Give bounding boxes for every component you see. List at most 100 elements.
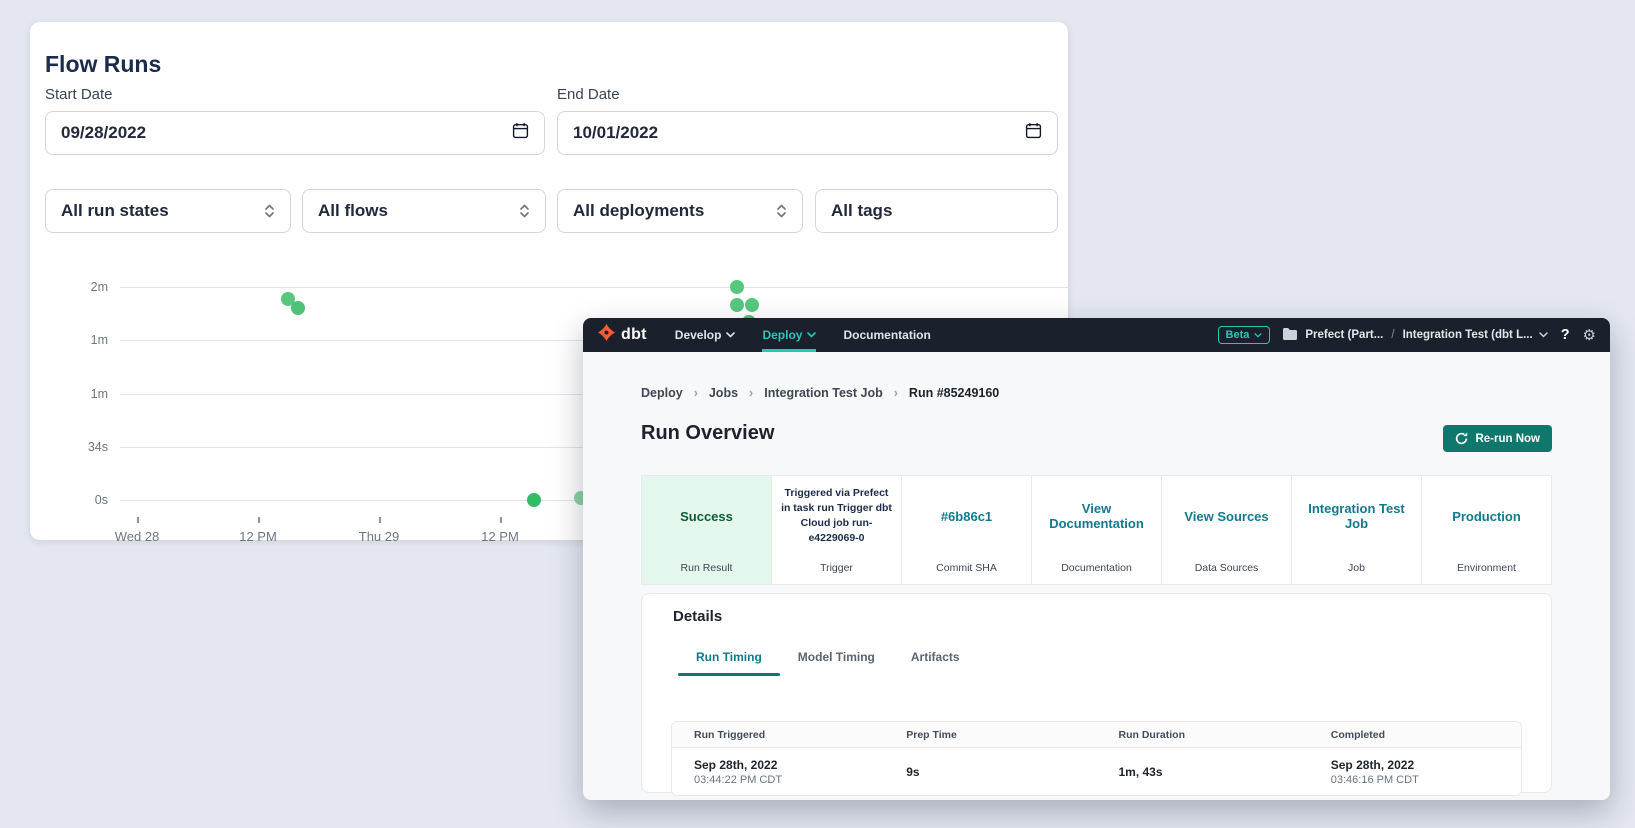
select-chevrons-icon <box>264 203 275 219</box>
table-row: Sep 28th, 202203:44:22 PM CDT9s1m, 43sSe… <box>672 748 1521 795</box>
breadcrumb-item-jobs[interactable]: Jobs <box>709 386 738 400</box>
flow-run-point[interactable] <box>745 298 759 312</box>
dbt-cloud-window: dbt Develop Deploy Documentation Beta Pref… <box>583 318 1610 800</box>
nav-item-documentation[interactable]: Documentation <box>843 318 930 352</box>
chevron-down-icon <box>726 332 735 338</box>
rerun-now-label: Re-run Now <box>1475 433 1540 445</box>
chevron-down-icon <box>1254 333 1262 338</box>
chart-gridline <box>120 287 1078 288</box>
chevron-down-icon <box>1539 332 1548 338</box>
select-chevrons-icon <box>264 203 275 219</box>
environment-selector[interactable]: Integration Test (dbt L... <box>1403 329 1548 341</box>
x-axis-tick-label: 12 PM <box>481 529 519 544</box>
filter-select-run-states[interactable]: All run states <box>45 189 291 233</box>
calendar-icon <box>512 122 529 144</box>
breadcrumb-item-integration-test-job[interactable]: Integration Test Job <box>764 386 883 400</box>
table-header-run-duration: Run Duration <box>1097 729 1309 741</box>
table-cell-main: 1m, 43s <box>1119 765 1309 779</box>
filter-select-tags[interactable]: All tags <box>815 189 1058 233</box>
summary-card-label: Commit SHA <box>902 562 1031 574</box>
nav-right-cluster: Beta Prefect (Part... / Integration Test… <box>1218 326 1596 344</box>
table-header-prep-time: Prep Time <box>884 729 1096 741</box>
folder-icon <box>1283 328 1297 343</box>
end-date-value: 10/01/2022 <box>573 123 658 143</box>
filter-select-value: All flows <box>318 201 388 221</box>
x-axis-tick <box>258 517 260 523</box>
nav-item-label: Documentation <box>843 328 930 342</box>
dbt-logo[interactable]: dbt <box>597 323 647 347</box>
filter-select-value: All deployments <box>573 201 704 221</box>
summary-card-value[interactable]: View Sources <box>1171 476 1282 556</box>
select-chevrons-icon <box>519 203 530 219</box>
summary-card-environment: Production Environment <box>1422 476 1551 584</box>
refresh-icon <box>1455 432 1468 445</box>
start-date-value: 09/28/2022 <box>61 123 146 143</box>
end-date-input[interactable]: 10/01/2022 <box>557 111 1058 155</box>
summary-card-value[interactable]: View Documentation <box>1041 476 1152 556</box>
y-axis-tick-label: 2m <box>91 280 108 294</box>
filter-select-flows[interactable]: All flows <box>302 189 546 233</box>
start-date-label: Start Date <box>45 86 113 103</box>
run-timing-table: Run TriggeredPrep TimeRun DurationComple… <box>671 721 1522 796</box>
details-tabs: Run TimingModel TimingArtifacts <box>678 644 978 676</box>
flow-run-point[interactable] <box>730 280 744 294</box>
run-summary-cards: SuccessRun ResultTriggered via Prefect i… <box>641 475 1552 585</box>
help-icon[interactable]: ? <box>1561 327 1570 343</box>
summary-card-label: Documentation <box>1032 562 1161 574</box>
y-axis-tick-label: 1m <box>91 333 108 347</box>
table-header-run-triggered: Run Triggered <box>672 729 884 741</box>
account-breadcrumb: Prefect (Part... / Integration Test (dbt… <box>1283 328 1547 343</box>
breadcrumb-separator-icon: › <box>694 386 698 400</box>
filter-select-deployments[interactable]: All deployments <box>557 189 803 233</box>
breadcrumb-item-run-85249160: Run #85249160 <box>909 386 999 400</box>
flow-run-point[interactable] <box>291 301 305 315</box>
breadcrumb-separator-icon: › <box>749 386 753 400</box>
select-chevrons-icon <box>776 203 787 219</box>
summary-card-commit-sha: #6b86c1 Commit SHA <box>902 476 1032 584</box>
nav-item-deploy[interactable]: Deploy <box>762 318 816 352</box>
y-axis-tick-label: 34s <box>88 440 108 454</box>
dbt-top-navbar: dbt Develop Deploy Documentation Beta Pref… <box>583 318 1610 352</box>
table-header-row: Run TriggeredPrep TimeRun DurationComple… <box>672 722 1521 748</box>
table-cell-main: 9s <box>906 765 1096 779</box>
breadcrumb-item-deploy[interactable]: Deploy <box>641 386 683 400</box>
table-cell-main: Sep 28th, 2022 <box>694 758 884 772</box>
nav-item-label: Deploy <box>762 328 802 342</box>
flow-run-point[interactable] <box>730 298 744 312</box>
start-date-input[interactable]: 09/28/2022 <box>45 111 545 155</box>
summary-card-value: Triggered via Prefect in task run Trigge… <box>781 476 892 556</box>
summary-card-label: Run Result <box>642 562 771 574</box>
breadcrumb-separator-icon: › <box>894 386 898 400</box>
chevron-down-icon <box>726 332 735 338</box>
summary-card-value[interactable]: Integration Test Job <box>1301 476 1412 556</box>
tab-run-timing[interactable]: Run Timing <box>678 644 780 676</box>
summary-card-value[interactable]: Production <box>1431 476 1542 556</box>
gear-icon[interactable]: ⚙ <box>1583 328 1596 343</box>
summary-card-data-sources: View SourcesData Sources <box>1162 476 1292 584</box>
calendar-icon <box>1025 122 1042 144</box>
y-axis-tick-label: 0s <box>95 493 108 507</box>
environment-name: Integration Test (dbt L... <box>1403 329 1533 341</box>
x-axis-tick <box>137 517 139 523</box>
breadcrumb: Deploy › Jobs › Integration Test Job › Run #85… <box>641 386 999 400</box>
rerun-now-button[interactable]: Re-run Now <box>1443 425 1552 452</box>
x-axis-tick <box>500 517 502 523</box>
x-axis-tick-label: 12 PM <box>239 529 277 544</box>
select-chevrons-icon <box>519 203 530 219</box>
project-name[interactable]: Prefect (Part... <box>1305 329 1383 341</box>
page-title: Run Overview <box>641 422 774 445</box>
nav-item-develop[interactable]: Develop <box>675 318 736 352</box>
desktop: Flow Runs Start Date 09/28/2022 End Date… <box>0 0 1635 828</box>
x-axis-tick <box>379 517 381 523</box>
chevron-down-icon <box>807 332 816 338</box>
summary-card-label: Environment <box>1422 562 1551 574</box>
filter-select-value: All tags <box>831 201 892 221</box>
nav-menu: Develop Deploy Documentation <box>675 318 958 352</box>
beta-label: Beta <box>1226 329 1250 341</box>
summary-card-value[interactable]: #6b86c1 <box>911 476 1022 556</box>
beta-badge[interactable]: Beta <box>1218 326 1271 344</box>
tab-artifacts[interactable]: Artifacts <box>893 644 978 676</box>
table-cell: 1m, 43s <box>1097 765 1309 779</box>
flow-run-point[interactable] <box>527 493 541 507</box>
tab-model-timing[interactable]: Model Timing <box>780 644 893 676</box>
